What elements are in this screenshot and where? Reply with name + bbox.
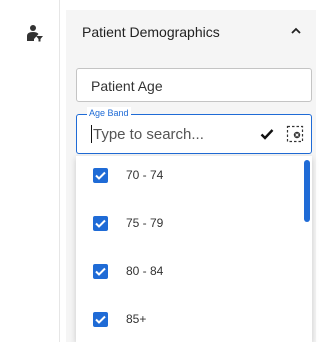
age-band-dropdown: 70 - 74 75 - 79 80 - 84 85+ <box>76 156 312 342</box>
option-70-74[interactable]: 70 - 74 <box>76 156 300 196</box>
clear-selection-icon[interactable] <box>286 125 304 143</box>
left-rail <box>0 0 60 342</box>
patient-age-label: Patient Age <box>91 78 163 94</box>
age-band-field[interactable]: Age Band <box>76 107 312 154</box>
option-label: 80 - 84 <box>126 264 164 278</box>
option-label: 75 - 79 <box>126 216 164 230</box>
scrollbar-thumb[interactable] <box>304 160 310 222</box>
checkbox[interactable] <box>93 312 108 327</box>
checkbox[interactable] <box>93 168 108 183</box>
text-caret <box>91 125 92 143</box>
option-85-plus[interactable]: 85+ <box>76 300 300 340</box>
dropdown-scrollbar[interactable] <box>302 156 312 342</box>
option-80-84[interactable]: 80 - 84 <box>76 252 300 292</box>
age-band-search-input[interactable] <box>93 124 233 144</box>
checkbox[interactable] <box>93 264 108 279</box>
patient-age-field[interactable]: Patient Age <box>76 68 312 102</box>
age-band-legend: Age Band <box>87 107 131 119</box>
option-75-79[interactable]: 75 - 79 <box>76 204 300 244</box>
chevron-up-icon[interactable] <box>290 26 302 36</box>
person-filter-icon[interactable] <box>26 24 44 42</box>
option-label: 70 - 74 <box>126 168 164 182</box>
checkbox[interactable] <box>93 216 108 231</box>
check-icon[interactable] <box>260 128 274 140</box>
panel-title: Patient Demographics <box>82 24 220 40</box>
option-label: 85+ <box>126 312 147 326</box>
panel-header[interactable]: Patient Demographics <box>66 10 316 54</box>
patient-demographics-panel: Patient Demographics Patient Age Age Ban… <box>66 10 316 342</box>
